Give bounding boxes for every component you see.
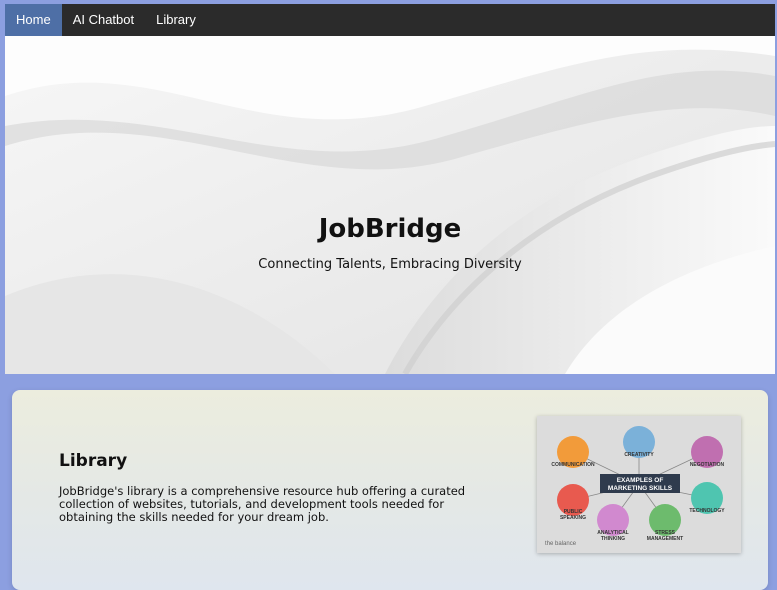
infographic-heading-2: MARKETING SKILLS: [608, 485, 673, 492]
skill-label-speaking: SPEAKING: [560, 515, 586, 521]
nav-ai-chatbot[interactable]: AI Chatbot: [62, 4, 145, 36]
brand-watermark: the balance: [545, 541, 577, 547]
skill-label-communication: COMMUNICATION: [551, 462, 595, 468]
library-description: JobBridge's library is a comprehensive r…: [59, 484, 466, 524]
skill-label-thinking: THINKING: [601, 536, 625, 542]
hero-subtitle: Connecting Talents, Embracing Diversity: [258, 257, 522, 272]
top-navbar: Home AI Chatbot Library: [5, 4, 775, 36]
hero-banner: JobBridge Connecting Talents, Embracing …: [5, 36, 775, 374]
hero-title: JobBridge: [318, 214, 462, 244]
library-title: Library: [59, 451, 128, 471]
marketing-skills-infographic: EXAMPLES OF MARKETING SKILLS CREATIVITY …: [537, 416, 741, 553]
skill-label-technology: TECHNOLOGY: [689, 508, 725, 514]
library-card: Library JobBridge's library is a compreh…: [12, 390, 768, 590]
skill-label-negotiation: NEGOTIATION: [690, 462, 725, 468]
skill-label-creativity: CREATIVITY: [624, 452, 654, 458]
skill-label-management: MANAGEMENT: [647, 536, 683, 542]
hero-background-waves: [5, 36, 775, 374]
nav-library[interactable]: Library: [145, 4, 207, 36]
nav-home[interactable]: Home: [5, 4, 62, 36]
infographic-heading-1: EXAMPLES OF: [617, 477, 664, 484]
